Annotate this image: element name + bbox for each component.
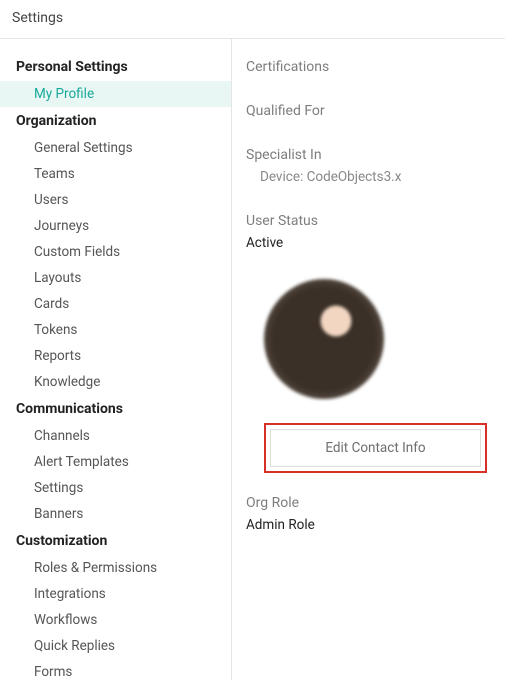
avatar-block: Edit Contact Info	[246, 279, 487, 473]
settings-sidebar: Personal Settings My Profile Organizatio…	[0, 39, 232, 680]
page-title: Settings	[12, 10, 63, 26]
sidebar-item-forms[interactable]: Forms	[0, 659, 231, 680]
avatar	[264, 279, 384, 399]
sidebar-item-quick-replies[interactable]: Quick Replies	[0, 633, 231, 659]
field-user-status: User Status Active	[246, 213, 487, 251]
field-certifications: Certifications	[246, 59, 487, 75]
sidebar-item-tokens[interactable]: Tokens	[0, 317, 231, 343]
sidebar-item-custom-fields[interactable]: Custom Fields	[0, 239, 231, 265]
section-personal-settings[interactable]: Personal Settings	[0, 53, 231, 81]
field-qualified-for: Qualified For	[246, 103, 487, 119]
field-specialist-in: Specialist In Device: CodeObjects3.x	[246, 147, 487, 185]
sidebar-item-cards[interactable]: Cards	[0, 291, 231, 317]
section-communications[interactable]: Communications	[0, 395, 231, 423]
sidebar-item-knowledge[interactable]: Knowledge	[0, 369, 231, 395]
sidebar-item-reports[interactable]: Reports	[0, 343, 231, 369]
sidebar-item-banners[interactable]: Banners	[0, 501, 231, 527]
specialist-in-value: Device: CodeObjects3.x	[246, 169, 487, 185]
sidebar-item-journeys[interactable]: Journeys	[0, 213, 231, 239]
user-status-value: Active	[246, 235, 487, 251]
field-org-role: Org Role Admin Role	[246, 495, 487, 533]
edit-contact-highlight: Edit Contact Info	[264, 423, 487, 473]
user-status-label: User Status	[246, 213, 487, 229]
sidebar-item-alert-templates[interactable]: Alert Templates	[0, 449, 231, 475]
sidebar-item-integrations[interactable]: Integrations	[0, 581, 231, 607]
section-customization[interactable]: Customization	[0, 527, 231, 555]
sidebar-item-channels[interactable]: Channels	[0, 423, 231, 449]
qualified-for-label: Qualified For	[246, 103, 487, 119]
org-role-value: Admin Role	[246, 517, 487, 533]
profile-content: Certifications Qualified For Specialist …	[232, 39, 505, 680]
sidebar-item-workflows[interactable]: Workflows	[0, 607, 231, 633]
sidebar-item-roles-permissions[interactable]: Roles & Permissions	[0, 555, 231, 581]
sidebar-item-my-profile[interactable]: My Profile	[0, 81, 231, 107]
specialist-in-label: Specialist In	[246, 147, 487, 163]
sidebar-item-teams[interactable]: Teams	[0, 161, 231, 187]
main-container: Personal Settings My Profile Organizatio…	[0, 39, 505, 680]
sidebar-item-users[interactable]: Users	[0, 187, 231, 213]
certifications-label: Certifications	[246, 59, 487, 75]
page-title-bar: Settings	[0, 0, 505, 39]
org-role-label: Org Role	[246, 495, 487, 511]
sidebar-item-layouts[interactable]: Layouts	[0, 265, 231, 291]
sidebar-item-general-settings[interactable]: General Settings	[0, 135, 231, 161]
section-organization[interactable]: Organization	[0, 107, 231, 135]
edit-contact-info-button[interactable]: Edit Contact Info	[270, 429, 481, 467]
sidebar-item-comm-settings[interactable]: Settings	[0, 475, 231, 501]
